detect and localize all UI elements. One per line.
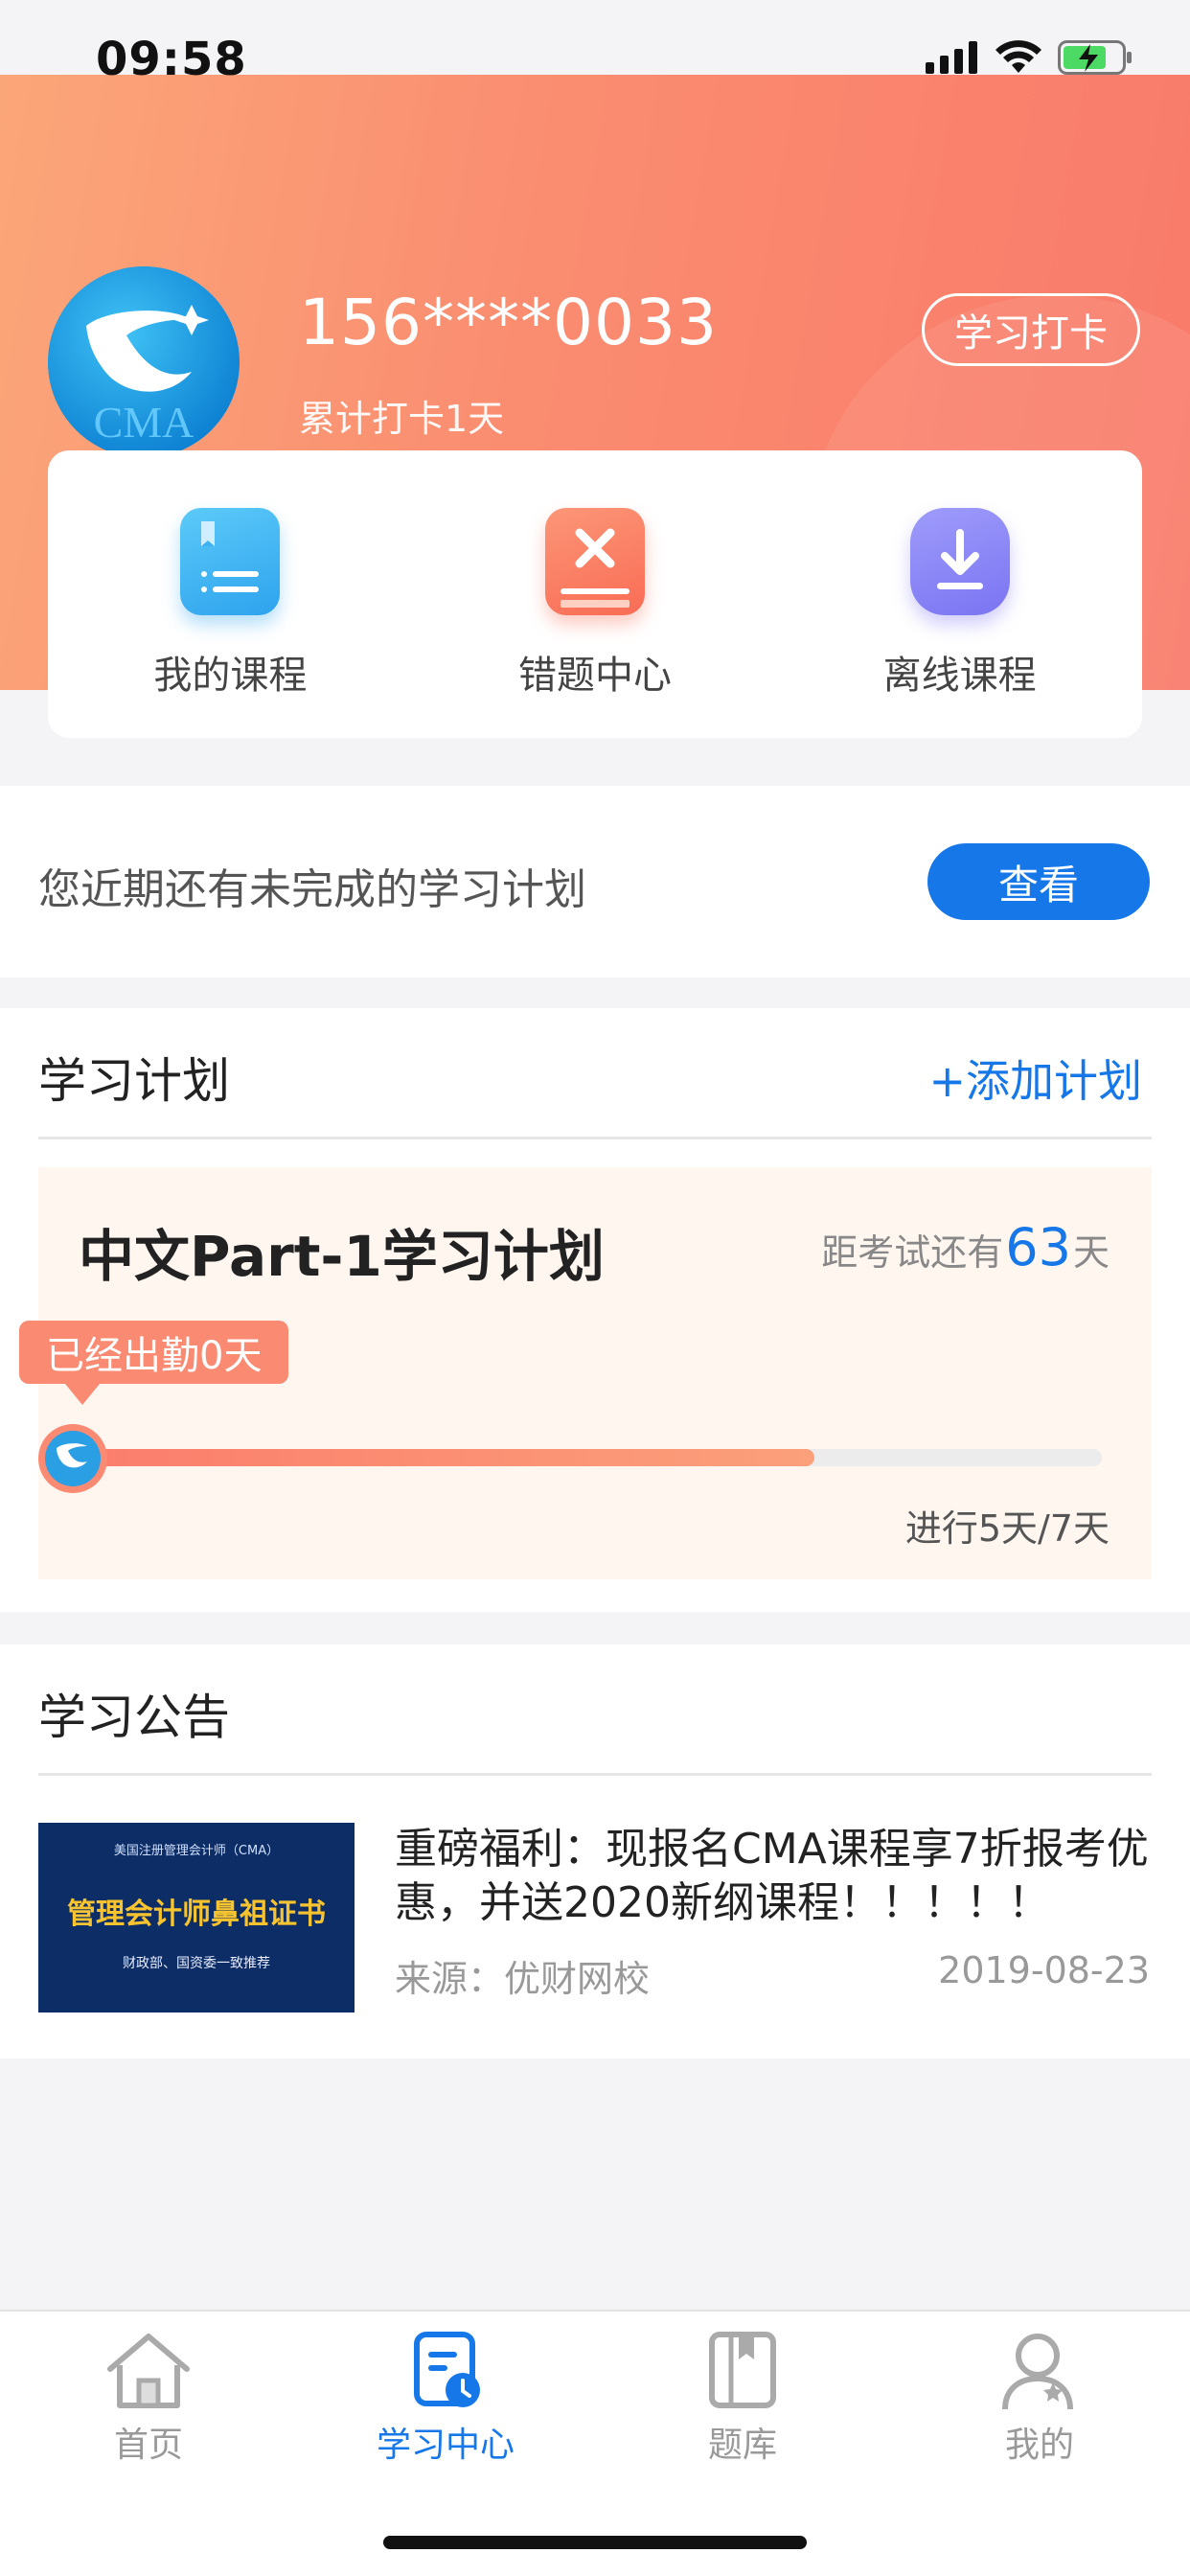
tab-home[interactable]: 首页 <box>53 2331 244 2467</box>
tooltip-arrow <box>65 1384 100 1405</box>
profile-icon <box>1002 2334 1073 2410</box>
tab-label: 我的 <box>1004 2426 1074 2465</box>
add-plan-link[interactable]: +添加计划 <box>928 1046 1142 1110</box>
exam-countdown-days: 63 <box>1005 1217 1071 1277</box>
announcement-date: 2019-08-23 <box>938 1949 1150 1991</box>
progress-knob <box>38 1424 107 1493</box>
attendance-tooltip: 已经出勤0天 <box>19 1321 289 1405</box>
status-bar: 09:58 <box>0 0 1190 86</box>
home-indicator[interactable] <box>383 2536 807 2549</box>
svg-text:CMA: CMA <box>94 398 195 447</box>
exam-countdown-suffix: 天 <box>1072 1231 1110 1274</box>
checkin-button[interactable]: 学习打卡 <box>922 293 1140 366</box>
quick-action-label: 离线课程 <box>882 654 1037 698</box>
view-button[interactable]: 查看 <box>927 843 1150 920</box>
download-icon <box>909 508 1010 615</box>
wrong-question-icon <box>545 508 645 615</box>
avatar[interactable]: CMA <box>48 266 240 458</box>
tab-question-bank[interactable]: 题库 <box>647 2331 838 2467</box>
study-plan-section: 学习计划 +添加计划 中文Part-1学习计划 距考试还有 63 天 已经出勤0… <box>0 1008 1190 1612</box>
pending-plan-notice: 您近期还有未完成的学习计划 查看 <box>0 786 1190 978</box>
status-time: 09:58 <box>96 33 247 86</box>
thumbnail-caption: 美国注册管理会计师（CMA） <box>113 1844 280 1858</box>
plan-name: 中文Part-1学习计划 <box>79 1224 605 1289</box>
quick-action-label: 错题中心 <box>518 654 672 698</box>
battery-icon <box>1058 40 1132 75</box>
question-bank-icon <box>709 2332 776 2408</box>
announcement-source: 来源：优财网校 <box>395 1958 651 2000</box>
quick-action-my-courses[interactable]: 我的课程 <box>48 450 413 738</box>
announcement-thumbnail: 美国注册管理会计师（CMA） 管理会计师鼻祖证书 财政部、国资委一致推荐 <box>38 1823 355 2012</box>
thumbnail-subline: 财政部、国资委一致推荐 <box>123 1956 270 1971</box>
quick-action-offline-courses[interactable]: 离线课程 <box>777 450 1142 738</box>
cma-logo-icon <box>45 1431 101 1486</box>
progress-text: 进行5天/7天 <box>904 1507 1110 1550</box>
study-plan-card[interactable]: 中文Part-1学习计划 距考试还有 63 天 已经出勤0天 进行5天/7天 <box>19 1167 1152 1579</box>
thumbnail-headline: 管理会计师鼻祖证书 <box>67 1898 326 1931</box>
wifi-icon <box>995 40 1041 73</box>
tab-profile[interactable]: 我的 <box>944 2331 1135 2467</box>
home-icon <box>107 2334 190 2408</box>
tab-study-center[interactable]: 学习中心 <box>350 2331 541 2467</box>
quick-action-label: 我的课程 <box>153 654 308 698</box>
tab-label: 学习中心 <box>376 2426 515 2465</box>
divider <box>38 1773 1152 1776</box>
attendance-text: 已经出勤0天 <box>46 1334 263 1378</box>
pending-plan-text: 您近期还有未完成的学习计划 <box>38 865 586 914</box>
study-center-icon <box>414 2332 480 2407</box>
tab-label: 首页 <box>113 2426 183 2465</box>
progress-track <box>77 1449 1102 1466</box>
tab-label: 题库 <box>707 2426 777 2465</box>
quick-action-wrong-questions[interactable]: 错题中心 <box>413 450 778 738</box>
section-title: 学习公告 <box>38 1690 230 1745</box>
progress-fill <box>77 1449 815 1466</box>
announcement-title: 重磅福利：现报名CMA课程享7折报考优惠，并送2020新纲课程！！！！！ <box>395 1825 1149 1927</box>
cma-logo-icon: CMA <box>48 266 240 458</box>
checkin-days: 累计打卡1天 <box>299 398 505 440</box>
signal-icon <box>926 41 977 74</box>
book-icon <box>180 508 281 615</box>
exam-countdown: 距考试还有 63 天 <box>821 1217 1110 1277</box>
divider <box>38 1137 1152 1139</box>
exam-countdown-prefix: 距考试还有 <box>821 1231 1004 1274</box>
announcements-section: 学习公告 美国注册管理会计师（CMA） 管理会计师鼻祖证书 财政部、国资委一致推… <box>0 1644 1190 2058</box>
status-icons <box>926 40 1133 75</box>
quick-actions-card: 我的课程 错题中心 离线课程 <box>48 450 1142 738</box>
user-phone: 156****0033 <box>299 286 718 359</box>
section-title: 学习计划 <box>38 1053 230 1109</box>
